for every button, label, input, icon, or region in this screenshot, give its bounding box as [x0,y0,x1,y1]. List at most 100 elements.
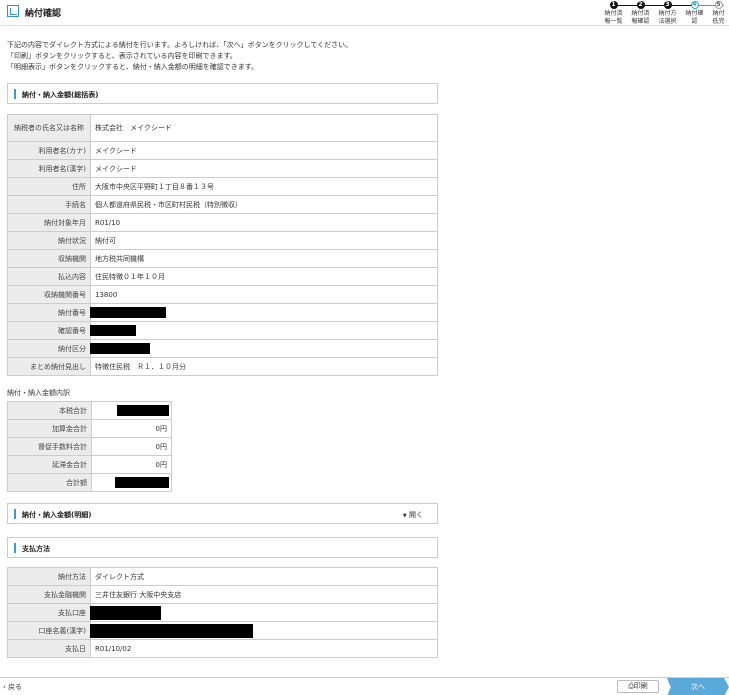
row-value: ダイレクト方式 [90,567,438,586]
row-value: メイクシード [90,141,438,160]
section-accent-bar [14,89,16,99]
row-label: 延滞金合計 [7,455,92,474]
row-label: 督促手数料合計 [7,437,92,456]
page-title: 納付確認 [25,9,62,19]
table-row: 延滞金合計 0円 [7,455,172,474]
table-row: 支払金融機関 三井住友銀行 大阪中央支店 [7,585,438,604]
chevron-left-icon: ‹ [3,683,6,691]
row-label: 支払口座 [7,603,91,622]
breakdown-title: 納付・納入金額内訳 [7,389,70,397]
step-label: 認 [691,18,698,25]
row-label: 支払金融機関 [7,585,91,604]
table-row: 合計額 [7,473,172,492]
table-row: 収納機関 地方税共同機構 [7,249,438,268]
redacted-value [91,473,172,492]
document-check-icon [7,5,19,17]
table-row: まとめ納付見出し 特徴住民税 Ｒ１．１０月分 [7,357,438,376]
redacted-value [90,321,438,340]
section-header-summary: 納付・納入金額(総括表) [7,83,438,104]
step-label: 納付済 [631,10,650,17]
row-label: 支払日 [7,639,91,658]
section-header-detail[interactable]: 納付・納入金額(明細) ▼ 開く [7,503,438,524]
row-label: 納付状況 [7,231,91,250]
redacted-value [91,401,172,420]
step-2: 2 納付済 報確認 [627,1,654,26]
row-label: 利用者名(カナ) [7,141,91,160]
row-label: 本税合計 [7,401,92,420]
print-label: 印刷 [633,682,648,690]
back-link[interactable]: ‹ 戻る [3,682,22,692]
row-label: 納税者の氏名又は名称 [7,114,91,142]
row-value: 大阪市中央区平野町１丁目８番１３号 [90,177,438,196]
row-value: 13800 [90,285,438,304]
intro-line: 「明細表示」ボタンをクリックすると、納付・納入金額の明細を確認できます。 [7,63,259,71]
step-number: 4 [690,1,699,9]
row-value: 住民特徴０１年１０月 [90,267,438,286]
breakdown-table: 本税合計 加算金合計 0円 督促手数料合計 0円 延滞金合計 0円 合計額 [7,401,172,492]
summary-table: 納税者の氏名又は名称 株式会社 メイクシード 利用者名(カナ) メイクシード 利用者… [7,114,438,376]
row-label: 納付番号 [7,303,91,322]
redaction-block [115,477,169,488]
step-label: 納付確 [685,10,704,17]
step-label: 納付 [712,10,725,17]
print-button[interactable]: ⎙印刷 [617,680,659,693]
step-number: 2 [636,1,645,9]
step-label: 法選択 [658,18,677,25]
row-label: 住所 [7,177,91,196]
redaction-block [117,405,169,416]
step-label: 納付方 [658,10,677,17]
step-1: 1 納付済 報一覧 [600,1,627,26]
back-label: 戻る [8,683,23,691]
row-value: 株式会社 メイクシード [90,114,438,142]
table-row: 加算金合計 0円 [7,419,172,438]
table-row: 納付区分 [7,339,438,358]
step-5: 5 納付 低完 [708,1,729,26]
step-number: 3 [663,1,672,9]
redacted-value [90,339,438,358]
table-row: 納税者の氏名又は名称 株式会社 メイクシード [7,114,438,142]
redaction-block [90,343,150,354]
footer-bar: ‹ 戻る ⎙印刷 次へ [0,677,729,695]
row-label: 合計額 [7,473,92,492]
row-value: 0円 [91,437,172,456]
row-label: 収納機関 [7,249,91,268]
row-label: 払込内容 [7,267,91,286]
row-value: 0円 [91,419,172,438]
step-label: 報確認 [631,18,650,25]
expand-label: 開く [409,511,423,519]
intro-line: 「印刷」ボタンをクリックすると、表示されている内容を印刷できます。 [7,52,237,60]
table-row: 利用者名(カナ) メイクシード [7,141,438,160]
caret-down-icon: ▼ [402,513,407,519]
row-label: 手続名 [7,195,91,214]
redaction-block [90,307,166,318]
row-label: 確認番号 [7,321,91,340]
row-label: 納付区分 [7,339,91,358]
next-button[interactable]: 次へ [667,678,729,695]
step-4-current: 4 納付確 認 [681,1,708,26]
section-accent-bar [14,509,16,519]
progress-steps: 1 納付済 報一覧 2 納付済 報確認 3 納付方 法選択 4 納付確 認 5 … [598,1,729,27]
section-title: 支払方法 [22,545,50,553]
expand-toggle[interactable]: ▼ 開く [403,510,423,520]
step-label: 納付済 [604,10,623,17]
row-label: 口座名義(漢字) [7,621,91,640]
table-row: 利用者名(漢字) メイクシード [7,159,438,178]
table-row: 支払日 R01/10/02 [7,639,438,658]
table-row: 本税合計 [7,401,172,420]
row-value: 三井住友銀行 大阪中央支店 [90,585,438,604]
redaction-block [90,623,253,638]
step-number: 5 [714,1,723,9]
redaction-block [90,605,161,620]
redaction-block [90,325,136,336]
row-value: メイクシード [90,159,438,178]
row-label: まとめ納付見出し [7,357,91,376]
section-title: 納付・納入金額(総括表) [22,91,99,99]
redacted-value [90,603,438,622]
row-value: 個人都道府県民税・市区町村民税（特別徴収） [90,195,438,214]
row-label: 収納機関番号 [7,285,91,304]
step-number: 1 [609,1,618,9]
row-value: 納付可 [90,231,438,250]
table-row: 督促手数料合計 0円 [7,437,172,456]
redacted-value [90,621,438,640]
row-value: 0円 [91,455,172,474]
